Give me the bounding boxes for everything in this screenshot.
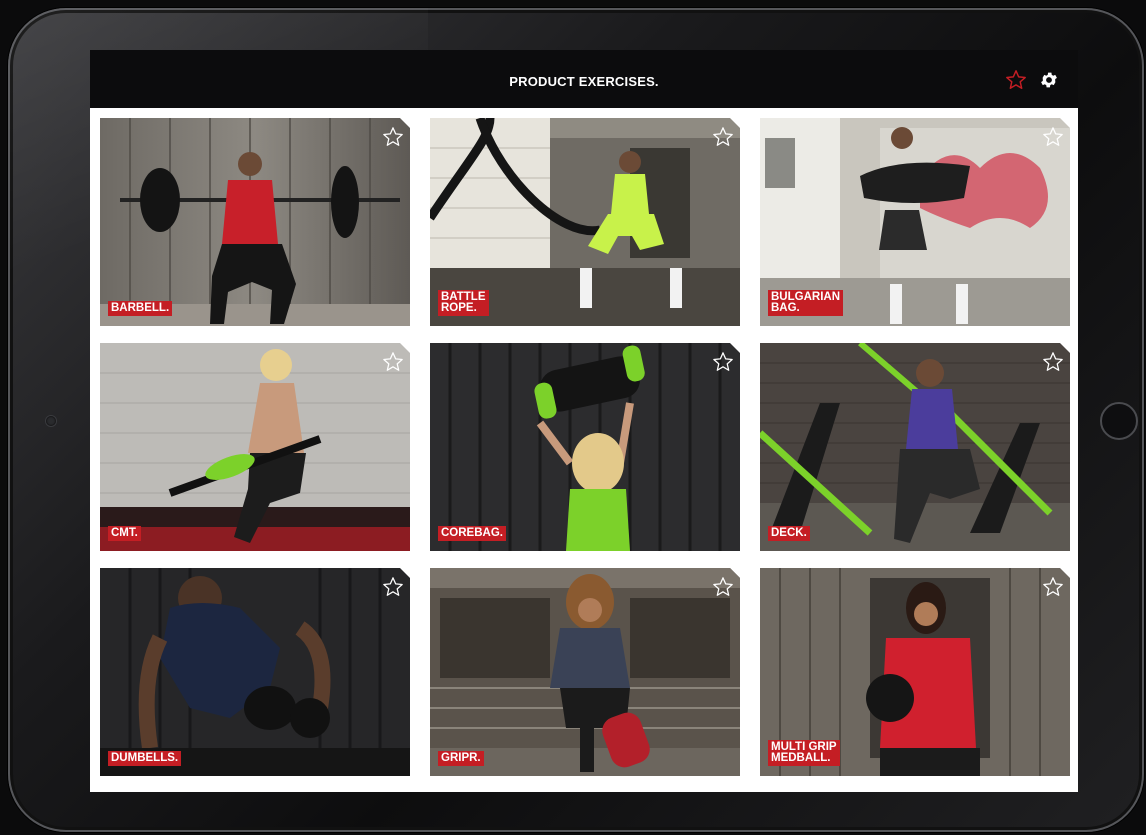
star-outline-icon xyxy=(1006,70,1026,89)
product-tile-bulgarian-bag[interactable]: BULGARIAN BAG. xyxy=(760,118,1070,326)
product-label: GRIPR. xyxy=(438,751,484,766)
product-label: MULTI GRIP MEDBALL. xyxy=(768,740,840,766)
favorite-star-icon[interactable] xyxy=(712,351,734,373)
favorite-star-icon[interactable] xyxy=(382,351,404,373)
corebag-photo xyxy=(430,343,740,551)
product-tile-multi-grip-medball[interactable]: MULTI GRIP MEDBALL. xyxy=(760,568,1070,776)
product-tile-cmt[interactable]: CMT. xyxy=(100,343,410,551)
cmt-photo xyxy=(100,343,410,551)
product-label: COREBAG. xyxy=(438,526,506,541)
page-title: PRODUCT EXERCISES. xyxy=(509,74,659,89)
product-label: DECK. xyxy=(768,526,810,541)
product-label: BARBELL. xyxy=(108,301,173,316)
gear-icon xyxy=(1041,72,1057,88)
product-tile-dumbells[interactable]: DUMBELLS. xyxy=(100,568,410,776)
favorite-star-icon[interactable] xyxy=(712,126,734,148)
favorites-button[interactable] xyxy=(1004,68,1028,92)
product-tile-corebag[interactable]: COREBAG. xyxy=(430,343,740,551)
deck-photo xyxy=(760,343,1070,551)
product-label: CMT. xyxy=(108,526,141,541)
product-tile-deck[interactable]: DECK. xyxy=(760,343,1070,551)
favorite-star-icon[interactable] xyxy=(1042,126,1064,148)
product-grid: BARBELL. BATTLE ROPE. BULGARIAN BAG. CMT… xyxy=(100,118,1070,776)
product-label: BATTLE ROPE. xyxy=(438,290,489,316)
front-camera xyxy=(46,416,56,426)
product-tile-battle-rope[interactable]: BATTLE ROPE. xyxy=(430,118,740,326)
favorite-star-icon[interactable] xyxy=(1042,351,1064,373)
product-tile-gripr[interactable]: GRIPR. xyxy=(430,568,740,776)
dumbells-photo xyxy=(100,568,410,776)
barbell-photo xyxy=(100,118,410,326)
product-label: BULGARIAN BAG. xyxy=(768,290,843,316)
product-label: DUMBELLS. xyxy=(108,751,182,766)
gripr-photo xyxy=(430,568,740,776)
settings-button[interactable] xyxy=(1038,69,1060,91)
favorite-star-icon[interactable] xyxy=(712,576,734,598)
top-bar: PRODUCT EXERCISES. xyxy=(90,50,1078,108)
favorite-star-icon[interactable] xyxy=(1042,576,1064,598)
product-tile-barbell[interactable]: BARBELL. xyxy=(100,118,410,326)
favorite-star-icon[interactable] xyxy=(382,126,404,148)
app-screen: PRODUCT EXERCISES. BARBELL. BATTLE ROPE.… xyxy=(90,50,1078,792)
favorite-star-icon[interactable] xyxy=(382,576,404,598)
home-button[interactable] xyxy=(1100,402,1138,440)
